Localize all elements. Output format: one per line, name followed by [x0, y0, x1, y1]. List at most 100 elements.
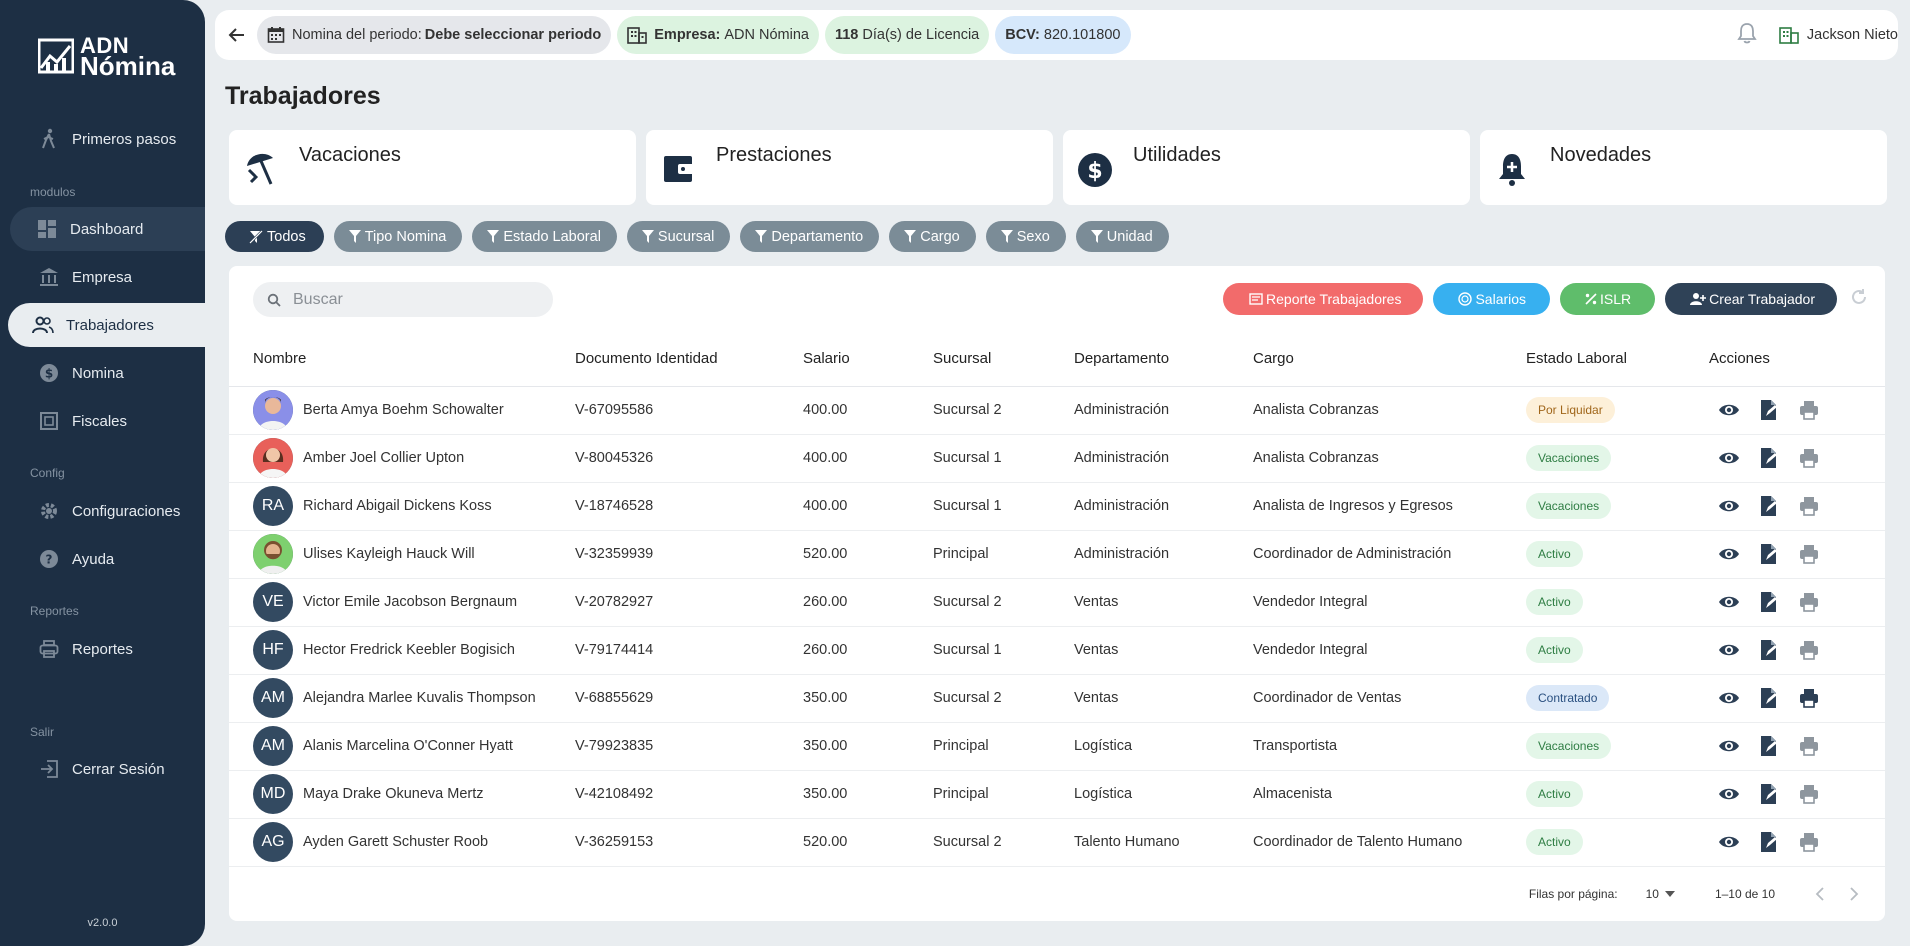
- search-input[interactable]: Buscar: [293, 291, 343, 309]
- edit-document-icon[interactable]: [1757, 782, 1781, 806]
- islr-button[interactable]: ISLR: [1560, 283, 1656, 315]
- col-department[interactable]: Departamento: [1074, 332, 1253, 387]
- sidebar-item-logout[interactable]: Cerrar Sesión: [0, 747, 205, 791]
- filter-unit[interactable]: Unidad: [1075, 221, 1169, 252]
- edit-document-icon[interactable]: [1757, 542, 1781, 566]
- edit-document-icon[interactable]: [1757, 686, 1781, 710]
- print-icon[interactable]: [1797, 446, 1821, 470]
- print-icon[interactable]: [1797, 494, 1821, 518]
- brand-logo[interactable]: ADN Nómina: [38, 35, 175, 79]
- bcv-chip[interactable]: BCV: 820.101800: [995, 16, 1131, 54]
- print-icon[interactable]: [1797, 830, 1821, 854]
- filter-department[interactable]: Departamento: [740, 221, 880, 252]
- filter-position[interactable]: Cargo: [889, 221, 976, 252]
- edit-document-icon[interactable]: [1757, 590, 1781, 614]
- view-eye-icon[interactable]: [1717, 638, 1741, 662]
- sidebar-item-payroll[interactable]: $ Nomina: [0, 351, 205, 395]
- col-id-doc[interactable]: Documento Identidad: [575, 332, 803, 387]
- avatar: [253, 390, 293, 430]
- view-eye-icon[interactable]: [1717, 494, 1741, 518]
- view-eye-icon[interactable]: [1717, 398, 1741, 422]
- cell-actions: [1709, 530, 1885, 579]
- view-eye-icon[interactable]: [1717, 542, 1741, 566]
- add-user-icon: [1690, 293, 1707, 305]
- edit-document-icon[interactable]: [1757, 734, 1781, 758]
- period-chip[interactable]: Nomina del periodo: Debe seleccionar per…: [257, 16, 612, 54]
- rows-per-page-select[interactable]: 10: [1646, 887, 1675, 901]
- card-vacations[interactable]: Vacaciones: [229, 130, 636, 205]
- table-row[interactable]: Amber Joel Collier Upton V-80045326 400.00…: [229, 434, 1885, 483]
- filter-sex[interactable]: Sexo: [985, 221, 1066, 252]
- back-arrow-icon[interactable]: [223, 21, 251, 49]
- coin-icon: [1458, 292, 1473, 306]
- table-row[interactable]: AM Alanis Marcelina O'Conner Hyatt V-79923…: [229, 722, 1885, 771]
- print-icon[interactable]: [1797, 398, 1821, 422]
- col-status[interactable]: Estado Laboral: [1526, 332, 1709, 387]
- print-icon[interactable]: [1797, 638, 1821, 662]
- filter-all[interactable]: Todos: [225, 221, 324, 252]
- workers-report-button[interactable]: Reporte Trabajadores: [1223, 283, 1424, 315]
- edit-document-icon[interactable]: [1757, 830, 1781, 854]
- print-icon[interactable]: [1797, 734, 1821, 758]
- next-page-icon[interactable]: [1849, 886, 1859, 901]
- edit-document-icon[interactable]: [1757, 638, 1781, 662]
- bell-icon[interactable]: [1737, 22, 1757, 49]
- sidebar-item-help[interactable]: ? Ayuda: [0, 537, 205, 581]
- page-range: 1–10 de 10: [1714, 886, 1775, 901]
- table-row[interactable]: Berta Amya Boehm Schowalter V-67095586 400…: [229, 386, 1885, 435]
- edit-document-icon[interactable]: [1757, 398, 1781, 422]
- print-icon[interactable]: [1797, 686, 1821, 710]
- card-news[interactable]: Novedades: [1480, 130, 1887, 205]
- section-modules: modulos: [30, 185, 76, 199]
- company-chip[interactable]: Empresa: ADN Nómina: [617, 16, 819, 54]
- sidebar-item-getting-started[interactable]: Primeros pasos: [0, 117, 205, 161]
- view-eye-icon[interactable]: [1717, 590, 1741, 614]
- refresh-icon[interactable]: [1850, 288, 1868, 311]
- filter-branch[interactable]: Sucursal: [626, 221, 731, 252]
- col-branch[interactable]: Sucursal: [933, 332, 1074, 387]
- view-eye-icon[interactable]: [1717, 782, 1741, 806]
- sidebar-item-dashboard[interactable]: Dashboard: [10, 207, 205, 251]
- salaries-button[interactable]: Salarios: [1433, 283, 1551, 315]
- view-eye-icon[interactable]: [1717, 734, 1741, 758]
- print-icon[interactable]: [1797, 590, 1821, 614]
- table-row[interactable]: Ulises Kayleigh Hauck Will V-32359939 520.…: [229, 530, 1885, 579]
- print-icon[interactable]: [1797, 782, 1821, 806]
- table-row[interactable]: MD Maya Drake Okuneva Mertz V-42108492 350.…: [229, 770, 1885, 819]
- user-menu[interactable]: Jackson Nieto: [1779, 26, 1898, 44]
- table-row[interactable]: VE Victor Emile Jacobson Bergnaum V-207829…: [229, 578, 1885, 627]
- sidebar-item-reports[interactable]: Reportes: [0, 627, 205, 671]
- create-worker-button[interactable]: Crear Trabajador: [1665, 283, 1837, 315]
- col-name[interactable]: Nombre: [229, 332, 575, 387]
- prev-page-icon[interactable]: [1815, 886, 1825, 901]
- table-row[interactable]: AM Alejandra Marlee Kuvalis Thompson V-688…: [229, 674, 1885, 723]
- pagination: Filas por página: 10 1–10 de 10: [229, 866, 1885, 921]
- edit-document-icon[interactable]: [1757, 446, 1781, 470]
- people-icon: [32, 314, 54, 336]
- cell-branch: Sucursal 1: [933, 482, 1074, 531]
- document-icon: [38, 410, 60, 432]
- table-row[interactable]: RA Richard Abigail Dickens Koss V-18746528…: [229, 482, 1885, 531]
- col-salary[interactable]: Salario: [803, 332, 933, 387]
- status-badge: Por Liquidar: [1526, 397, 1615, 423]
- card-benefits[interactable]: Prestaciones: [646, 130, 1053, 205]
- table-row[interactable]: AG Ayden Garett Schuster Roob V-36259153 52…: [229, 818, 1885, 867]
- edit-document-icon[interactable]: [1757, 494, 1781, 518]
- view-eye-icon[interactable]: [1717, 446, 1741, 470]
- filter-payroll-type[interactable]: Tipo Nomina: [333, 221, 463, 252]
- view-eye-icon[interactable]: [1717, 830, 1741, 854]
- table-row[interactable]: HF Hector Fredrick Keebler Bogisich V-7917…: [229, 626, 1885, 675]
- cell-position: Almacenista: [1253, 770, 1526, 819]
- license-chip[interactable]: 118 Día(s) de Licencia: [824, 16, 990, 54]
- col-position[interactable]: Cargo: [1253, 332, 1526, 387]
- cell-actions: [1709, 434, 1885, 483]
- card-profits[interactable]: $ Utilidades: [1063, 130, 1470, 205]
- sidebar-item-settings[interactable]: Configuraciones: [0, 489, 205, 533]
- filter-labor-status[interactable]: Estado Laboral: [472, 221, 617, 252]
- print-icon[interactable]: [1797, 542, 1821, 566]
- sidebar-item-workers[interactable]: Trabajadores: [8, 303, 205, 347]
- search-box[interactable]: Buscar: [253, 282, 553, 317]
- sidebar-item-company[interactable]: Empresa: [0, 255, 205, 299]
- sidebar-item-fiscal[interactable]: Fiscales: [0, 399, 205, 443]
- view-eye-icon[interactable]: [1717, 686, 1741, 710]
